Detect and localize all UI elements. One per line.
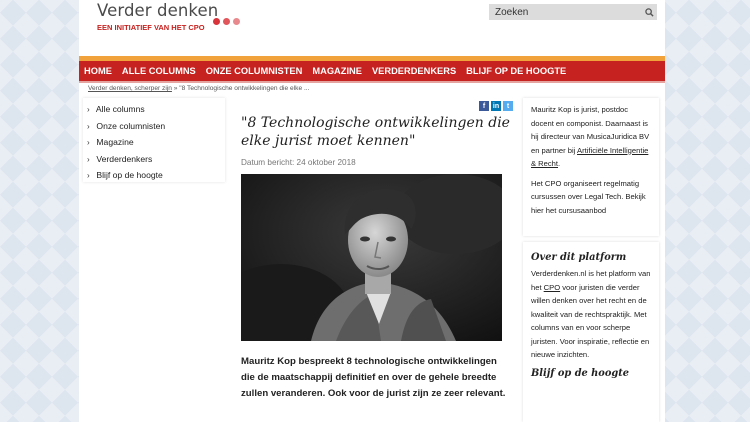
sidebar-item-onze-columnisten[interactable]: › Onze columnisten xyxy=(83,118,225,135)
cpo-link[interactable]: CPO xyxy=(544,283,560,292)
search-icon xyxy=(644,7,654,17)
author-info-box: Mauritz Kop is jurist, postdoc docent en… xyxy=(523,98,659,236)
chevron-right-icon: › xyxy=(87,154,90,164)
breadcrumb-separator: » xyxy=(173,85,178,92)
twitter-icon[interactable]: t xyxy=(503,101,513,111)
course-info-text[interactable]: Het CPO organiseert regelmatig cursussen… xyxy=(523,171,659,218)
nav-blijf-op-de-hoogte[interactable]: BLIJF OP DE HOOGTE xyxy=(461,61,571,81)
nav-onze-columnisten[interactable]: ONZE COLUMNISTEN xyxy=(201,61,308,81)
search-button[interactable] xyxy=(641,4,657,20)
author-info-end: . xyxy=(558,159,561,168)
article-lead: Mauritz Kop bespreekt 8 technologische o… xyxy=(241,356,506,399)
search-input[interactable] xyxy=(489,5,641,19)
logo-dot xyxy=(223,18,230,25)
sidebar-nav: › Alle columns › Onze columnisten › Maga… xyxy=(83,98,225,182)
nav-home[interactable]: HOME xyxy=(79,61,117,81)
chevron-right-icon: › xyxy=(87,121,90,131)
sidebar-item-blijf-op-de-hoogte[interactable]: › Blijf op de hoogte xyxy=(83,167,225,184)
sidebar-item-label: Magazine xyxy=(96,137,134,147)
sidebar-item-label: Verderdenkers xyxy=(96,153,153,164)
page: Verder denken EEN INITIATIEF VAN HET CPO… xyxy=(79,0,665,422)
sidebar-item-label: Blijf op de hoogte xyxy=(96,170,163,180)
sidebar-item-label: Alle columns xyxy=(95,104,145,114)
nav-magazine[interactable]: MAGAZINE xyxy=(307,61,367,81)
stay-updated-heading: Blijf op de hoogte xyxy=(531,367,629,379)
share-buttons: f in t xyxy=(479,101,513,111)
chevron-right-icon: › xyxy=(87,171,90,180)
nav-alle-columns[interactable]: ALLE COLUMNS xyxy=(117,61,201,81)
nav-verderdenkers[interactable]: VERDERDENKERS xyxy=(367,61,461,81)
author-photo-image xyxy=(241,174,502,341)
chevron-right-icon: › xyxy=(87,138,90,147)
logo-dots xyxy=(213,10,243,25)
breadcrumb: Verder denken, scherper zijn » "8 Techno… xyxy=(88,85,309,92)
chevron-right-icon: › xyxy=(87,105,90,114)
article-title: "8 Technologische ontwikkelingen die elk… xyxy=(241,115,510,149)
logo-dot xyxy=(213,18,220,25)
main-nav: HOME ALLE COLUMNS ONZE COLUMNISTEN MAGAZ… xyxy=(79,61,665,81)
article-date: Datum bericht: 24 oktober 2018 xyxy=(241,158,356,167)
sidebar-item-label: Onze columnisten xyxy=(96,120,166,131)
logo-subtitle: EEN INITIATIEF VAN HET CPO xyxy=(97,23,205,32)
sidebar-item-magazine[interactable]: › Magazine xyxy=(83,134,225,151)
nav-shadow xyxy=(79,81,665,83)
author-info-text: Mauritz Kop is jurist, postdoc docent en… xyxy=(523,98,659,171)
breadcrumb-link[interactable]: Verder denken, scherper zijn xyxy=(88,85,172,92)
platform-info-box: Over dit platform Verderdenken.nl is het… xyxy=(523,242,659,422)
article: f in t "8 Technologische ontwikkelingen … xyxy=(231,98,518,422)
facebook-icon[interactable]: f xyxy=(479,101,489,111)
platform-heading: Over dit platform xyxy=(531,252,627,263)
linkedin-icon[interactable]: in xyxy=(491,101,501,111)
sidebar-item-alle-columns[interactable]: › Alle columns xyxy=(83,101,225,118)
platform-description: voor juristen die verder willen denken o… xyxy=(531,282,650,360)
sidebar-item-verderdenkers[interactable]: › Verderdenkers xyxy=(83,151,225,168)
platform-text: Verderdenken.nl is het platform van het … xyxy=(523,265,659,362)
search-bar xyxy=(489,4,657,20)
logo-dot xyxy=(233,18,240,25)
breadcrumb-current: "8 Technologische ontwikkelingen die elk… xyxy=(179,85,310,92)
logo-title[interactable]: Verder denken xyxy=(97,1,218,20)
author-photo xyxy=(241,174,502,341)
